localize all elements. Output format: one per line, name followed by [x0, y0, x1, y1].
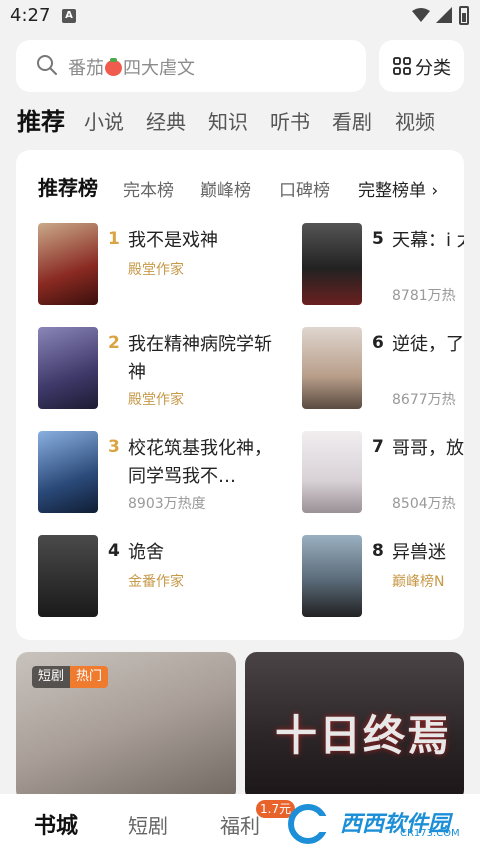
- rank-number: 1: [108, 229, 120, 249]
- book-title: 校花筑基我化神，同学骂我不…: [128, 438, 272, 487]
- book-cover: [38, 431, 98, 513]
- nav-welfare[interactable]: 福利: [220, 810, 260, 839]
- book-meta: 殿堂作家: [128, 392, 184, 408]
- rank-number: 7: [372, 437, 384, 457]
- tab-video[interactable]: 视频: [395, 106, 435, 135]
- tab-audiobook[interactable]: 听书: [270, 106, 310, 135]
- rank-number: 8: [372, 541, 384, 561]
- tab-recommend[interactable]: 推荐: [17, 102, 65, 137]
- rank-number: 2: [108, 333, 120, 353]
- book-meta: 8677万热: [392, 392, 456, 408]
- rank-item[interactable]: 8 异兽迷 巅峰榜N: [302, 535, 464, 625]
- tab-novel[interactable]: 小说: [84, 106, 124, 135]
- banner-title: 十日终焉: [275, 711, 452, 760]
- rank-number: 3: [108, 437, 120, 457]
- book-cover: [38, 535, 98, 617]
- rank-tab-reputation[interactable]: 口碑榜: [279, 176, 330, 201]
- ranking-tabs: 推荐榜 完本榜 巅峰榜 口碑榜 完整榜单 ›: [16, 150, 464, 220]
- status-time: 4:27: [10, 5, 51, 26]
- rank-tab-recommend[interactable]: 推荐榜: [38, 172, 98, 201]
- short-drama-banner[interactable]: 短剧 热门: [16, 652, 236, 802]
- short-drama-badge: 短剧 热门: [32, 666, 109, 688]
- grid-icon: [393, 57, 411, 75]
- rank-item[interactable]: 6 逆徒，了，这 8677万热: [302, 327, 464, 417]
- tab-drama[interactable]: 看剧: [332, 106, 372, 135]
- channel-tabs: 推荐 小说 经典 知识 听书 看剧 视频: [0, 100, 480, 140]
- search-icon: [37, 55, 57, 75]
- book-title: 天幕：i 太子，: [392, 230, 464, 251]
- rank-number: 4: [108, 541, 120, 561]
- notification-icon: A: [62, 9, 76, 23]
- tab-classic[interactable]: 经典: [146, 106, 186, 135]
- tabs-fade: [452, 100, 480, 140]
- book-meta: 8781万热: [392, 288, 456, 304]
- book-banner[interactable]: 十日终焉: [245, 652, 464, 802]
- rank-item[interactable]: 3 校花筑基我化神，同学骂我不… 8903万热度: [38, 431, 272, 521]
- badge-hot: 热门: [70, 666, 109, 688]
- book-title: 哥哥，放了什么: [392, 438, 464, 459]
- book-meta: 殿堂作家: [128, 262, 184, 278]
- book-cover: [38, 223, 98, 305]
- book-title: 我在精神病院学斩神: [128, 334, 272, 383]
- badge-short-drama: 短剧: [32, 666, 71, 688]
- ranking-card: 推荐榜 完本榜 巅峰榜 口碑榜 完整榜单 › 1 我不是戏神 殿堂作家 2 我在…: [16, 150, 464, 640]
- book-cover: [302, 535, 362, 617]
- cellular-icon: [436, 7, 452, 23]
- book-title: 逆徒，了，这: [392, 334, 464, 355]
- watermark-logo-icon: [288, 804, 336, 844]
- nav-short-drama[interactable]: 短剧: [128, 810, 168, 839]
- tomato-icon: [105, 58, 122, 76]
- battery-icon: [459, 6, 469, 25]
- rank-tab-peak[interactable]: 巅峰榜: [200, 176, 251, 201]
- rank-item[interactable]: 2 我在精神病院学斩神 殿堂作家: [38, 327, 272, 417]
- search-placeholder: 番茄 四大虐文: [68, 54, 195, 80]
- tab-knowledge[interactable]: 知识: [208, 106, 248, 135]
- rank-number: 5: [372, 229, 384, 249]
- category-label: 分类: [415, 58, 451, 79]
- rank-tab-completed[interactable]: 完本榜: [123, 176, 174, 201]
- search-bar[interactable]: 番茄 四大虐文: [16, 40, 366, 92]
- rank-tab-full-list[interactable]: 完整榜单 ›: [358, 176, 438, 201]
- status-bar: 4:27 A: [0, 0, 480, 32]
- category-button[interactable]: 分类: [379, 40, 464, 92]
- book-title: 我不是戏神: [128, 230, 218, 251]
- search-placeholder-suffix: 四大虐文: [123, 58, 195, 79]
- rank-item[interactable]: 7 哥哥，放了什么 8504万热: [302, 431, 464, 521]
- book-meta: 巅峰榜N: [392, 574, 445, 590]
- book-cover: [302, 223, 362, 305]
- book-title: 异兽迷: [392, 542, 446, 563]
- book-cover: [38, 327, 98, 409]
- rank-item[interactable]: 1 我不是戏神 殿堂作家: [38, 223, 238, 313]
- book-meta: 8504万热: [392, 496, 456, 512]
- rank-number: 6: [372, 333, 384, 353]
- book-title: 诡舍: [128, 542, 164, 563]
- wifi-icon: [412, 8, 430, 22]
- book-cover: [302, 431, 362, 513]
- book-cover: [302, 327, 362, 409]
- rank-item[interactable]: 4 诡舍 金番作家: [38, 535, 238, 625]
- watermark: 西西软件园 CR173.COM: [282, 802, 472, 846]
- book-meta: 8903万热度: [128, 496, 206, 512]
- search-placeholder-prefix: 番茄: [68, 58, 104, 79]
- nav-bookstore[interactable]: 书城: [34, 808, 78, 840]
- watermark-sub: CR173.COM: [400, 828, 460, 839]
- book-meta: 金番作家: [128, 574, 184, 590]
- rank-item[interactable]: 5 天幕：i 太子， 8781万热: [302, 223, 464, 313]
